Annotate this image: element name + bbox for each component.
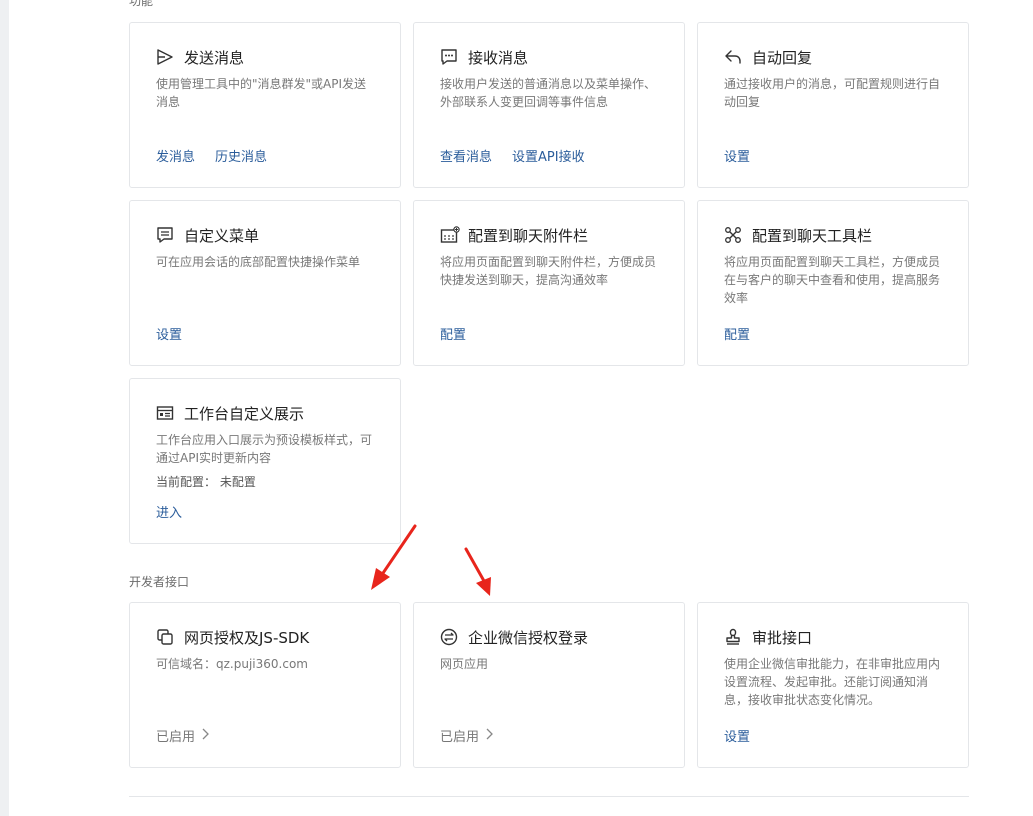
section-label-developer: 开发者接口	[129, 575, 190, 589]
card-chat-attachment-bar: 配置到聊天附件栏 将应用页面配置到聊天附件栏，方便成员快捷发送到聊天，提高沟通效…	[413, 200, 685, 366]
section-label-features: 功能	[129, 0, 154, 8]
custom-menu-settings-link[interactable]: 设置	[156, 324, 182, 343]
card-description: 接收用户发送的普通消息以及菜单操作、外部联系人变更回调等事件信息	[440, 77, 657, 109]
workbench-icon	[156, 403, 176, 423]
card-title: 接收消息	[468, 48, 529, 67]
attachment-bar-configure-link[interactable]: 配置	[440, 324, 466, 343]
send-icon	[156, 47, 176, 67]
card-description: 通过接收用户的消息，可配置规则进行自动回复	[724, 77, 941, 109]
bottom-divider	[129, 796, 969, 797]
card-send-message: 发送消息 使用管理工具中的"消息群发"或API发送消息 发消息 历史消息	[129, 22, 401, 188]
view-messages-link[interactable]: 查看消息	[440, 146, 492, 165]
card-workbench-display: 工作台自定义展示 工作台应用入口展示为预设模板样式，可通过API实时更新内容 当…	[129, 378, 401, 544]
card-approval-api: 审批接口 使用企业微信审批能力，在非审批应用内设置流程、发起审批。还能订阅通知消…	[697, 602, 969, 768]
attachment-bar-icon	[440, 225, 460, 245]
enabled-status[interactable]: 已启用	[156, 726, 209, 745]
card-description: 网页应用	[440, 657, 489, 671]
card-receive-message: 接收消息 接收用户发送的普通消息以及菜单操作、外部联系人变更回调等事件信息 查看…	[413, 22, 685, 188]
card-auto-reply: 自动回复 通过接收用户的消息，可配置规则进行自动回复 设置	[697, 22, 969, 188]
card-title: 发送消息	[184, 48, 245, 67]
card-description: 使用管理工具中的"消息群发"或API发送消息	[156, 77, 367, 109]
send-message-link[interactable]: 发消息	[156, 146, 195, 165]
card-title: 自定义菜单	[184, 226, 260, 245]
annotation-arrow-right	[464, 547, 491, 596]
card-chat-toolbar: 配置到聊天工具栏 将应用页面配置到聊天工具栏，方便成员在与客户的聊天中查看和使用…	[697, 200, 969, 366]
card-description: 使用企业微信审批能力，在非审批应用内设置流程、发起审批。还能订阅通知消息，接收审…	[724, 657, 941, 707]
current-config-status: 当前配置： 未配置	[156, 475, 256, 489]
card-title: 审批接口	[752, 628, 813, 647]
trusted-domain: 可信域名：qz.puji360.com	[156, 657, 308, 671]
status-text: 已启用	[156, 730, 196, 745]
card-title: 企业微信授权登录	[468, 628, 589, 647]
card-description: 可在应用会话的底部配置快捷操作菜单	[156, 255, 361, 269]
card-title: 配置到聊天工具栏	[752, 226, 873, 245]
card-title: 自动回复	[752, 48, 813, 67]
chevron-right-icon	[201, 728, 209, 744]
history-messages-link[interactable]: 历史消息	[215, 146, 267, 165]
card-web-auth-jssdk[interactable]: 网页授权及JS-SDK 可信域名：qz.puji360.com 已启用	[129, 602, 401, 768]
toolbar-configure-link[interactable]: 配置	[724, 324, 750, 343]
left-sidebar-edge	[0, 0, 9, 816]
copy-icon	[156, 627, 176, 647]
set-api-receive-link[interactable]: 设置API接收	[512, 146, 585, 165]
reply-icon	[724, 47, 744, 67]
enabled-status[interactable]: 已启用	[440, 726, 493, 745]
chat-bubble-icon	[440, 47, 460, 67]
card-title: 配置到聊天附件栏	[468, 226, 589, 245]
menu-icon	[156, 225, 176, 245]
card-wecom-auth-login[interactable]: 企业微信授权登录 网页应用 已启用	[413, 602, 685, 768]
login-icon	[440, 627, 460, 647]
approval-settings-link[interactable]: 设置	[724, 726, 750, 745]
auto-reply-settings-link[interactable]: 设置	[724, 146, 750, 165]
chevron-right-icon	[485, 728, 493, 744]
status-text: 已启用	[440, 730, 480, 745]
card-title: 工作台自定义展示	[184, 404, 305, 423]
card-custom-menu: 自定义菜单 可在应用会话的底部配置快捷操作菜单 设置	[129, 200, 401, 366]
card-description: 将应用页面配置到聊天附件栏，方便成员快捷发送到聊天，提高沟通效率	[440, 255, 657, 287]
card-description: 将应用页面配置到聊天工具栏，方便成员在与客户的聊天中查看和使用，提高服务效率	[724, 255, 941, 305]
card-description: 工作台应用入口展示为预设模板样式，可通过API实时更新内容	[156, 433, 373, 465]
stamp-icon	[724, 627, 744, 647]
toolbar-icon	[724, 225, 744, 245]
workbench-enter-link[interactable]: 进入	[156, 502, 182, 521]
card-title: 网页授权及JS-SDK	[184, 628, 310, 647]
